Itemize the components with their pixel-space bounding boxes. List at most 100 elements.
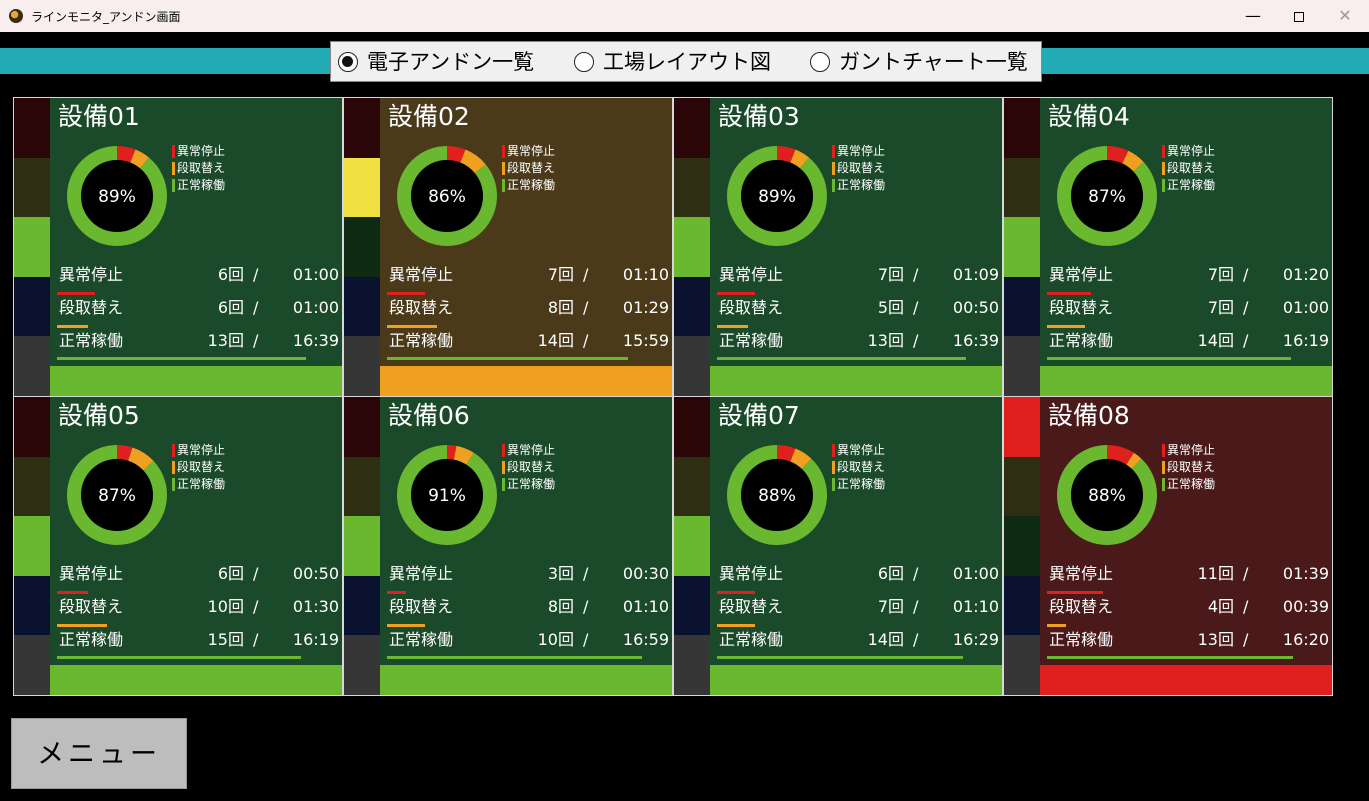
- stop-count: 11回: [1197, 564, 1234, 583]
- setup-bar: [387, 325, 437, 328]
- stop-time: 00:30: [622, 564, 669, 583]
- setup-time: 01:00: [292, 298, 339, 317]
- separator: /: [913, 298, 919, 317]
- radio-icon[interactable]: [810, 52, 830, 72]
- run-count: 15回: [207, 630, 244, 649]
- run-time: 16:39: [292, 331, 339, 350]
- legend: 異常停止 段取替え 正常稼働: [502, 442, 555, 493]
- stop-row: 異常停止 6回 / 00:50: [59, 562, 339, 586]
- machine-body: 設備03 89% 異常停止 段取替え 正常稼働 異常停止 7回 / 01:09: [710, 98, 1002, 396]
- stop-label: 異常停止: [59, 265, 124, 284]
- run-time: 16:29: [952, 630, 999, 649]
- machine-name: 設備07: [718, 401, 800, 430]
- setup-label: 段取替え: [59, 597, 124, 616]
- machine-name: 設備04: [1048, 102, 1130, 131]
- app-icon: [9, 9, 23, 23]
- machine-name: 設備06: [388, 401, 470, 430]
- separator: /: [1243, 597, 1249, 616]
- setup-time: 00:50: [952, 298, 999, 317]
- status-strip: [674, 98, 710, 396]
- current-status-bar: [710, 665, 1002, 695]
- machine-panel-04[interactable]: 設備04 87% 異常停止 段取替え 正常稼働 異常停止 7回 / 01:20: [1003, 97, 1333, 397]
- radio-icon[interactable]: [574, 52, 594, 72]
- separator: /: [253, 630, 259, 649]
- separator: /: [913, 597, 919, 616]
- separator: /: [253, 597, 259, 616]
- status-strip: [674, 397, 710, 695]
- stop-row: 異常停止 11回 / 01:39: [1049, 562, 1329, 586]
- separator: /: [1243, 331, 1249, 350]
- run-count: 14回: [867, 630, 904, 649]
- stop-row: 異常停止 7回 / 01:20: [1049, 263, 1329, 287]
- utilization-percent: 89%: [98, 187, 136, 207]
- legend: 異常停止 段取替え 正常稼働: [1162, 442, 1215, 493]
- legend-setup: 段取替え: [502, 160, 555, 177]
- setup-count: 5回: [877, 298, 904, 317]
- stop-bar: [57, 591, 89, 594]
- setup-label: 段取替え: [1049, 597, 1114, 616]
- status-strip: [14, 397, 50, 695]
- setup-bar: [1047, 325, 1085, 328]
- setup-label: 段取替え: [719, 298, 784, 317]
- machine-panel-03[interactable]: 設備03 89% 異常停止 段取替え 正常稼働 異常停止 7回 / 01:09: [673, 97, 1003, 397]
- run-row: 正常稼働 10回 / 16:59: [389, 628, 669, 652]
- setup-row: 段取替え 6回 / 01:00: [59, 296, 339, 320]
- setup-count: 4回: [1207, 597, 1234, 616]
- setup-count: 8回: [547, 597, 574, 616]
- view-selector: 電子アンドン一覧 工場レイアウト図 ガントチャート一覧: [330, 41, 1042, 82]
- machine-panel-06[interactable]: 設備06 91% 異常停止 段取替え 正常稼働 異常停止 3回 / 00:30: [343, 396, 673, 696]
- stop-time: 01:00: [952, 564, 999, 583]
- close-icon[interactable]: ✕: [1322, 0, 1368, 32]
- run-label: 正常稼働: [389, 630, 454, 649]
- legend-setup: 段取替え: [1162, 459, 1215, 476]
- separator: /: [253, 331, 259, 350]
- status-strip: [14, 98, 50, 396]
- minimize-icon[interactable]: —: [1230, 0, 1276, 32]
- legend-setup: 段取替え: [832, 160, 885, 177]
- separator: /: [1243, 265, 1249, 284]
- window-title: ラインモニタ_アンドン画面: [31, 10, 181, 24]
- legend-stop: 異常停止: [1162, 442, 1215, 459]
- stop-bar: [717, 591, 755, 594]
- radio-label: ガントチャート一覧: [839, 50, 1028, 74]
- radio-factory-layout[interactable]: 工場レイアウト図: [574, 48, 771, 76]
- setup-row: 段取替え 10回 / 01:30: [59, 595, 339, 619]
- current-status-bar: [1040, 366, 1332, 396]
- stop-label: 異常停止: [389, 265, 454, 284]
- stop-row: 異常停止 3回 / 00:30: [389, 562, 669, 586]
- setup-row: 段取替え 7回 / 01:10: [719, 595, 999, 619]
- run-row: 正常稼働 14回 / 15:59: [389, 329, 669, 353]
- utilization-donut: 89%: [727, 146, 827, 246]
- setup-bar: [57, 624, 107, 627]
- setup-count: 8回: [547, 298, 574, 317]
- run-row: 正常稼働 13回 / 16:20: [1049, 628, 1329, 652]
- stop-time: 01:39: [1282, 564, 1329, 583]
- run-bar: [387, 656, 642, 659]
- setup-bar: [717, 325, 749, 328]
- status-strip: [1004, 98, 1040, 396]
- utilization-donut: 87%: [1057, 146, 1157, 246]
- machine-panel-01[interactable]: 設備01 89% 異常停止 段取替え 正常稼働 異常停止 6回 / 01:00: [13, 97, 343, 397]
- radio-icon[interactable]: [338, 52, 358, 72]
- radio-gantt-list[interactable]: ガントチャート一覧: [810, 48, 1028, 76]
- legend-run: 正常稼働: [832, 476, 885, 493]
- machine-panel-07[interactable]: 設備07 88% 異常停止 段取替え 正常稼働 異常停止 6回 / 01:00: [673, 396, 1003, 696]
- radio-andon-list[interactable]: 電子アンドン一覧: [338, 48, 534, 76]
- utilization-donut: 88%: [727, 445, 827, 545]
- legend-run: 正常稼働: [1162, 177, 1215, 194]
- andon-grid: 設備01 89% 異常停止 段取替え 正常稼働 異常停止 6回 / 01:00: [13, 97, 1334, 697]
- maximize-icon[interactable]: [1276, 0, 1322, 32]
- legend-setup: 段取替え: [172, 459, 225, 476]
- legend: 異常停止 段取替え 正常稼働: [172, 143, 225, 194]
- run-time: 16:39: [952, 331, 999, 350]
- run-time: 16:59: [622, 630, 669, 649]
- run-bar: [57, 357, 307, 360]
- machine-panel-08[interactable]: 設備08 88% 異常停止 段取替え 正常稼働 異常停止 11回 / 01:39: [1003, 396, 1333, 696]
- menu-button[interactable]: メニュー: [11, 718, 187, 789]
- machine-panel-02[interactable]: 設備02 86% 異常停止 段取替え 正常稼働 異常停止 7回 / 01:10: [343, 97, 673, 397]
- machine-panel-05[interactable]: 設備05 87% 異常停止 段取替え 正常稼働 異常停止 6回 / 00:50: [13, 396, 343, 696]
- stop-count: 6回: [877, 564, 904, 583]
- stop-count: 6回: [217, 265, 244, 284]
- stop-count: 7回: [547, 265, 574, 284]
- machine-name: 設備05: [58, 401, 140, 430]
